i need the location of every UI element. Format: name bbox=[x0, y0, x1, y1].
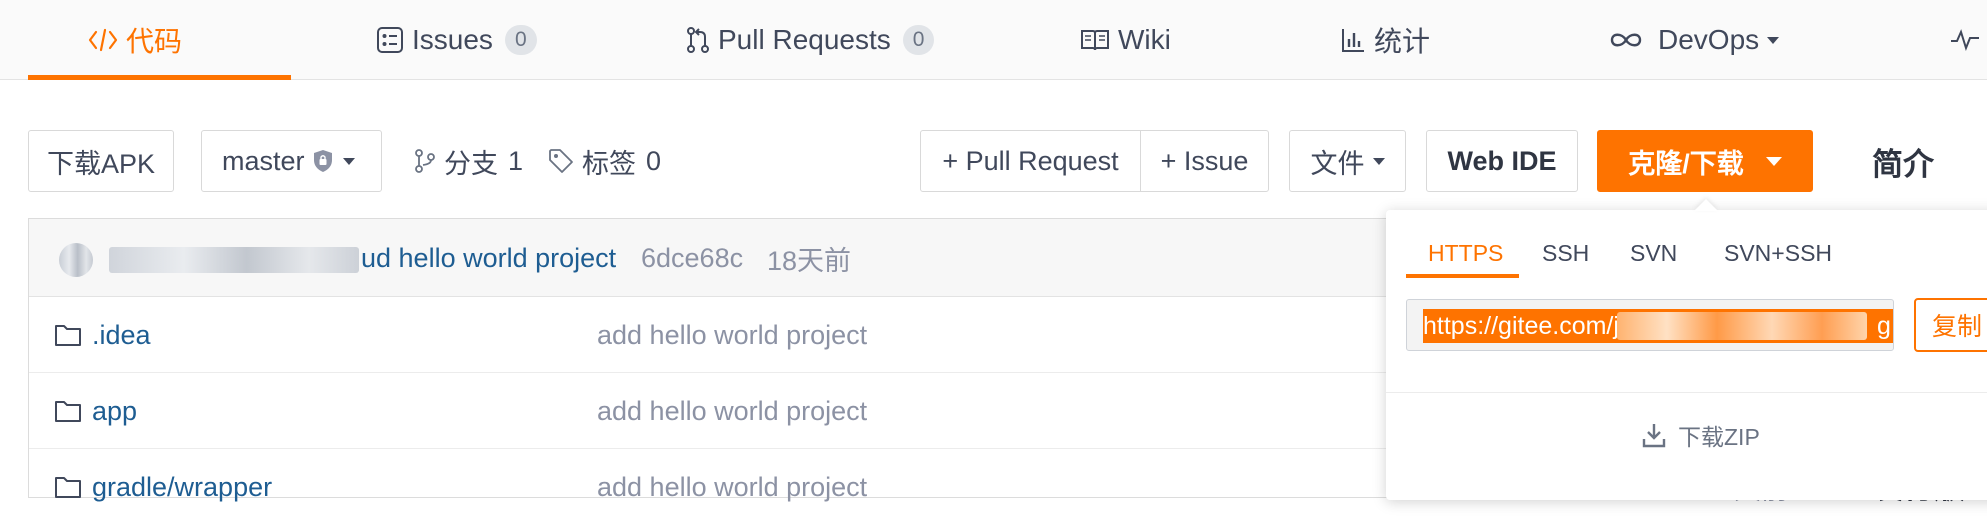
copy-button[interactable]: 复制 bbox=[1914, 298, 1987, 352]
bar-chart-icon bbox=[1340, 27, 1366, 53]
pulse-icon bbox=[1950, 27, 1980, 53]
book-icon bbox=[1080, 27, 1110, 53]
file-name-text: gradle/wrapper bbox=[92, 471, 273, 502]
chevron-down-icon bbox=[1767, 36, 1780, 44]
tag-icon bbox=[548, 148, 574, 174]
copy-label: 复制 bbox=[1932, 313, 1983, 341]
redacted-author bbox=[109, 247, 359, 273]
tags-link[interactable]: 标签 0 bbox=[548, 130, 661, 192]
tab-label: 代码 bbox=[126, 26, 183, 57]
download-apk-label: 下载APK bbox=[46, 148, 156, 179]
protocol-tab-svn-ssh[interactable]: SVN+SSH bbox=[1724, 228, 1832, 278]
new-issue-button[interactable]: + Issue bbox=[1140, 130, 1269, 192]
tab-label: Wiki bbox=[1118, 24, 1171, 55]
tab-pull-requests[interactable]: Pull Requests 0 bbox=[686, 0, 935, 80]
file-menu-button[interactable]: 文件 bbox=[1289, 130, 1406, 192]
issues-icon bbox=[376, 26, 404, 54]
folder-icon bbox=[55, 401, 81, 422]
new-pull-request-label: + Pull Request bbox=[942, 145, 1119, 176]
clone-popup: HTTPS SSH SVN SVN+SSH https://gitee.com/… bbox=[1386, 210, 1987, 500]
download-zip-label: 下载ZIP bbox=[1678, 424, 1760, 450]
pull-request-icon bbox=[686, 26, 710, 54]
active-protocol-indicator bbox=[1406, 274, 1519, 278]
web-ide-label: Web IDE bbox=[1447, 145, 1557, 176]
redacted-url bbox=[1617, 312, 1867, 340]
infinity-icon bbox=[1608, 29, 1644, 51]
branches-count: 1 bbox=[508, 145, 524, 176]
tab-label: 统计 bbox=[1374, 26, 1431, 57]
tags-label: 标签 bbox=[582, 148, 636, 179]
protocol-tab-ssh[interactable]: SSH bbox=[1542, 228, 1589, 278]
branches-label: 分支 bbox=[444, 148, 498, 179]
intro-heading: 简介 bbox=[1872, 146, 1934, 182]
file-commit-message[interactable]: add hello world project bbox=[597, 373, 867, 449]
branch-select[interactable]: master bbox=[201, 130, 382, 192]
tab-code[interactable]: 代码 bbox=[88, 0, 182, 80]
branches-link[interactable]: 分支 1 bbox=[414, 130, 523, 192]
tab-label: Pull Requests bbox=[718, 24, 891, 55]
commit-hash[interactable]: 6dce68c bbox=[641, 219, 743, 297]
protocol-tab-svn[interactable]: SVN bbox=[1630, 228, 1677, 278]
commit-time: 18天前 bbox=[767, 245, 852, 276]
folder-icon bbox=[55, 477, 81, 498]
divider bbox=[1386, 392, 1987, 393]
tab-devops[interactable]: DevOps bbox=[1608, 0, 1780, 80]
file-commit-message[interactable]: add hello world project bbox=[597, 449, 867, 525]
clone-download-button[interactable]: 克隆/下载 bbox=[1597, 130, 1813, 192]
protocol-tab-https[interactable]: HTTPS bbox=[1428, 228, 1503, 278]
file-commit-message[interactable]: add hello world project bbox=[597, 297, 867, 373]
code-icon bbox=[88, 27, 118, 53]
tags-count: 0 bbox=[646, 145, 662, 176]
file-name-text: .idea bbox=[92, 319, 151, 350]
avatar[interactable] bbox=[59, 243, 93, 277]
tab-statistics[interactable]: 统计 bbox=[1340, 0, 1430, 80]
file-name[interactable]: .idea bbox=[54, 297, 151, 373]
tab-issues[interactable]: Issues 0 bbox=[376, 0, 537, 80]
chevron-down-icon bbox=[342, 157, 355, 165]
repo-tab-bar: 代码 Issues 0 Pull Requests 0 Wiki 统计 DevO… bbox=[0, 0, 1987, 80]
commit-message[interactable]: ud hello world project bbox=[361, 219, 616, 297]
clone-download-label: 克隆/下载 bbox=[1628, 148, 1744, 179]
web-ide-button[interactable]: Web IDE bbox=[1426, 130, 1578, 192]
clone-url-input[interactable]: https://gitee.com/j g bbox=[1406, 299, 1894, 351]
chevron-down-icon bbox=[1765, 156, 1782, 166]
download-apk-button[interactable]: 下载APK bbox=[28, 130, 174, 192]
branch-name: master bbox=[222, 145, 305, 176]
file-name-text: app bbox=[92, 395, 138, 426]
folder-icon bbox=[55, 325, 81, 346]
shield-lock-icon bbox=[313, 149, 333, 173]
tab-wiki[interactable]: Wiki bbox=[1080, 0, 1171, 80]
clone-url-text: https://gitee.com/j bbox=[1423, 312, 1619, 340]
chevron-down-icon bbox=[1372, 157, 1385, 165]
tab-label: DevOps bbox=[1658, 24, 1760, 55]
file-name[interactable]: gradle/wrapper bbox=[54, 449, 272, 525]
tab-label: Issues bbox=[412, 24, 493, 55]
issues-count-badge: 0 bbox=[504, 25, 537, 55]
active-tab-indicator bbox=[28, 75, 291, 80]
file-name[interactable]: app bbox=[54, 373, 137, 449]
file-menu-label: 文件 bbox=[1310, 148, 1365, 179]
clone-url-tail: g bbox=[1877, 312, 1891, 340]
pull-requests-count-badge: 0 bbox=[902, 25, 935, 55]
branch-icon bbox=[414, 148, 436, 174]
download-icon bbox=[1642, 424, 1666, 448]
new-pull-request-button[interactable]: + Pull Request bbox=[920, 130, 1141, 192]
download-zip-link[interactable]: 下载ZIP bbox=[1642, 410, 1760, 460]
popup-arrow bbox=[1694, 199, 1718, 211]
tab-more[interactable] bbox=[1950, 0, 1987, 80]
new-issue-label: + Issue bbox=[1160, 145, 1249, 176]
